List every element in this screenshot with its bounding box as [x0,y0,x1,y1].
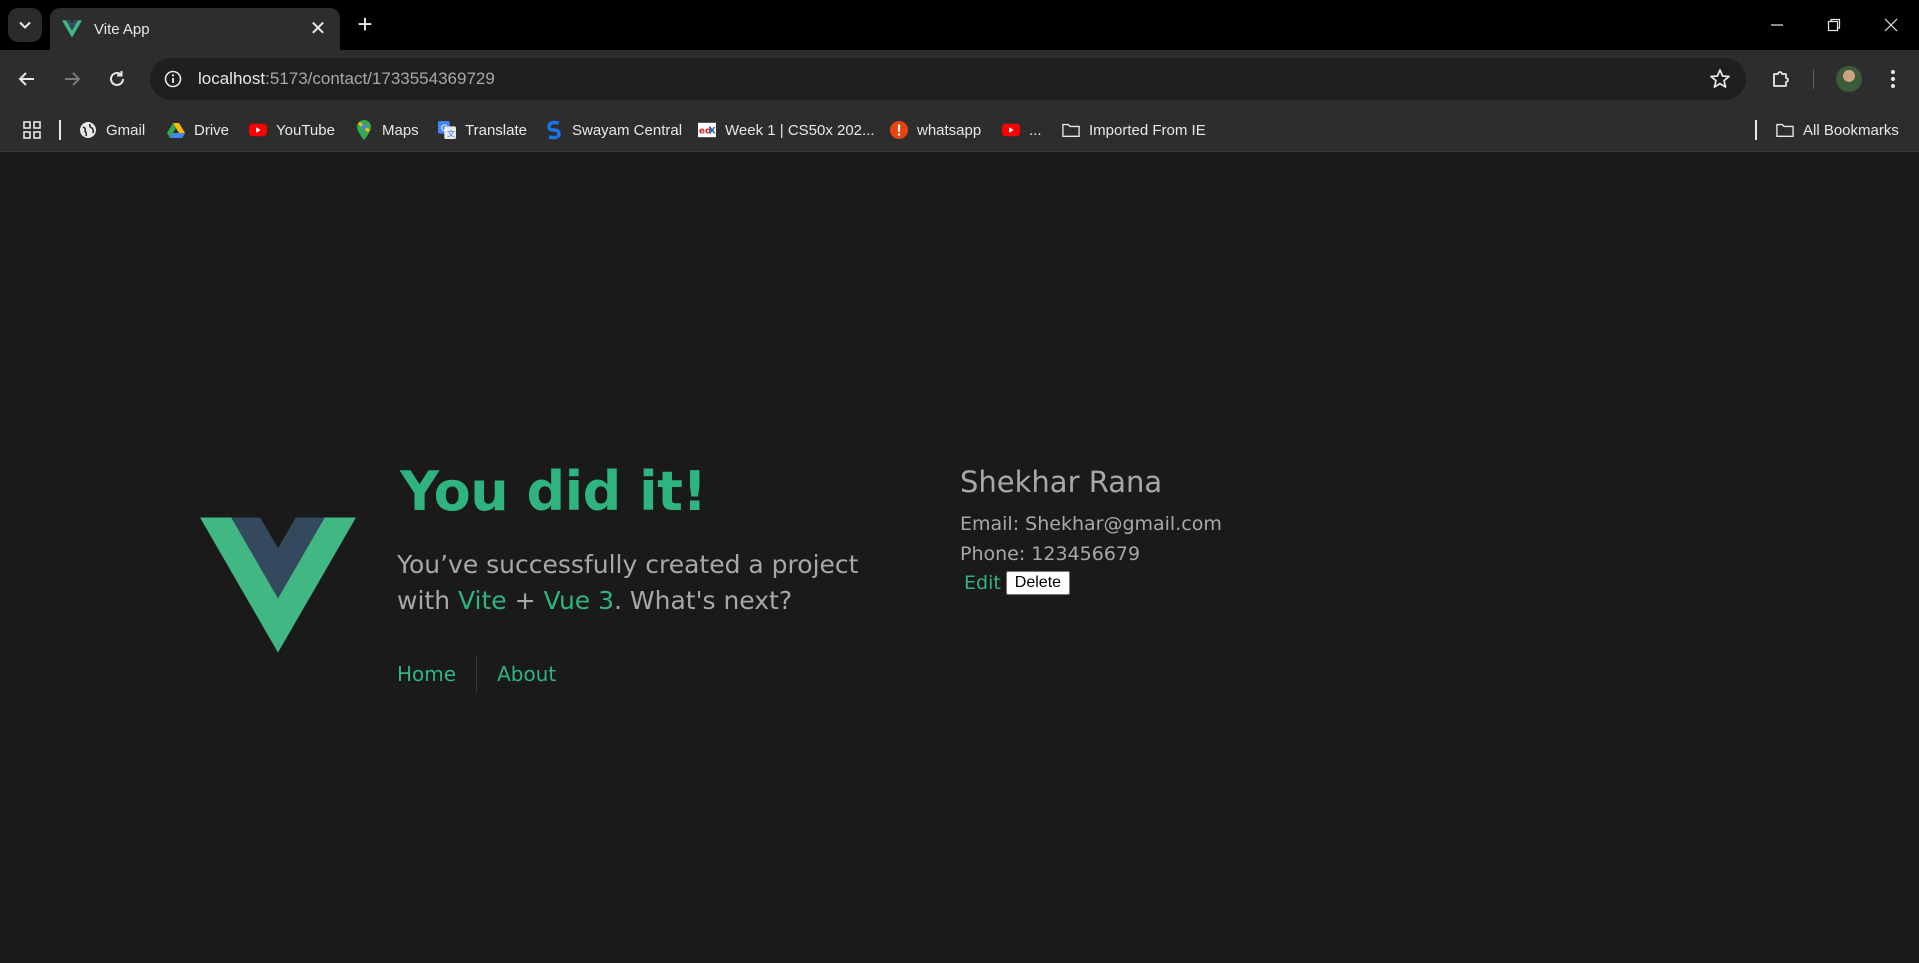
vite-link[interactable]: Vite [458,586,507,615]
tab-search-button[interactable] [8,8,42,42]
apps-button[interactable] [22,119,42,141]
edit-link[interactable]: Edit [964,572,1001,594]
bookmark-label: Imported From IE [1089,121,1206,139]
arrow-left-icon [18,72,34,86]
bookmark-youtube[interactable]: YouTube [249,119,335,141]
bookmark-star-icon[interactable] [1708,67,1732,91]
toolbar-divider [1813,69,1814,89]
reload-button[interactable] [100,62,134,96]
folder-icon [1062,121,1080,139]
contact-email: Email: Shekhar@gmail.com [960,513,1222,535]
bookmark-label: YouTube [276,121,335,139]
all-bookmarks-button[interactable]: All Bookmarks [1776,119,1899,141]
delete-button[interactable]: Delete [1005,571,1071,595]
contact-phone: Phone: 123456679 [960,543,1141,565]
arrow-right-icon [65,72,81,86]
bookmark-label: Translate [465,121,527,139]
globe-icon [79,121,97,139]
active-tab[interactable]: Vite App ✕ [50,8,340,50]
plus-sign: + [514,586,536,615]
youtube-icon [249,121,267,139]
browser-toolbar: localhost:5173/contact/1733554369729 [0,50,1919,108]
chevron-down-icon [19,21,31,29]
new-tab-button[interactable]: + [352,11,378,38]
svg-text:X: X [709,127,716,137]
bookmark-gmail[interactable]: Gmail [79,119,145,141]
bookmark-youtube-2[interactable]: ... [1002,119,1042,141]
maps-icon [355,120,373,140]
site-info-button[interactable] [152,58,194,100]
apps-grid-icon [23,121,41,139]
url-host: localhost [198,69,266,88]
contact-name: Shekhar Rana [960,465,1163,499]
swayam-icon [545,120,563,140]
bookmark-label: Swayam Central [572,121,683,139]
bookmark-label: Maps [382,121,419,139]
vue-logo [200,517,356,653]
alert-icon [890,121,908,139]
bookmark-label: Week 1 | CS50x 202... [725,121,875,139]
nav-divider [476,656,478,692]
bookmark-drive[interactable]: Drive [167,119,229,141]
vue-link[interactable]: Vue 3 [544,586,614,615]
bookmarks-divider-right [1755,120,1757,140]
contact-actions: Edit Delete [960,571,1222,595]
forward-button[interactable] [55,62,89,96]
info-icon [164,70,182,88]
youtube-icon [1002,121,1020,139]
bookmark-translate[interactable]: G文 Translate [438,119,527,141]
reload-icon [110,71,124,86]
puzzle-icon [1773,71,1789,87]
bookmark-label: whatsapp [917,121,982,139]
all-bookmarks-label: All Bookmarks [1803,121,1899,139]
close-icon [1884,18,1897,32]
back-button[interactable] [10,62,44,96]
bookmarks-divider [59,120,61,140]
hero-subtitle-suffix: . What's next? [614,586,793,615]
tab-title: Vite App [94,20,150,38]
vue-favicon-icon [62,20,82,38]
minimize-icon [1770,24,1783,26]
restore-button[interactable] [1805,0,1862,50]
bookmark-label: ... [1029,121,1042,139]
extensions-button[interactable] [1764,62,1798,96]
nav-about-link[interactable]: About [497,662,556,686]
main-nav: Home About [397,656,556,692]
page-title: You did it! [400,460,707,523]
browser-titlebar: Vite App ✕ + [0,0,1919,50]
url-path: :5173/contact/1733554369729 [265,69,495,88]
window-controls [1748,0,1919,50]
folder-icon [1776,121,1794,139]
bookmark-cs50x[interactable]: ed X Week 1 | CS50x 202... [698,119,875,141]
edx-icon: ed X [698,121,716,139]
profile-button[interactable] [1832,62,1866,96]
minimize-button[interactable] [1748,0,1805,50]
bookmark-swayam[interactable]: Swayam Central [545,119,682,141]
bookmark-maps[interactable]: Maps [355,119,419,141]
bookmark-label: Drive [194,121,230,139]
drive-icon [167,121,185,139]
nav-home-link[interactable]: Home [397,662,456,686]
contact-card: Shekhar Rana Email: Shekhar@gmail.com Ph… [960,465,1222,595]
restore-icon [1827,18,1840,32]
translate-icon: G文 [438,121,456,139]
bookmark-imported-folder[interactable]: Imported From IE [1062,119,1206,141]
bookmark-label: Gmail [106,121,146,139]
bookmark-whatsapp[interactable]: whatsapp [890,119,981,141]
bookmarks-bar: Gmail Drive YouTube Maps G文 Translate Sw… [0,108,1919,152]
hero-subtitle: You’ve successfully created a project wi… [397,547,867,619]
avatar [1836,66,1862,92]
page-content: You did it! You’ve successfully created … [0,152,1919,963]
close-window-button[interactable] [1862,0,1919,50]
more-vertical-icon [1891,70,1895,88]
svg-text:文: 文 [447,128,455,138]
browser-menu-button[interactable] [1876,62,1910,96]
tab-close-icon[interactable]: ✕ [308,19,328,39]
address-bar[interactable]: localhost:5173/contact/1733554369729 [150,58,1746,100]
